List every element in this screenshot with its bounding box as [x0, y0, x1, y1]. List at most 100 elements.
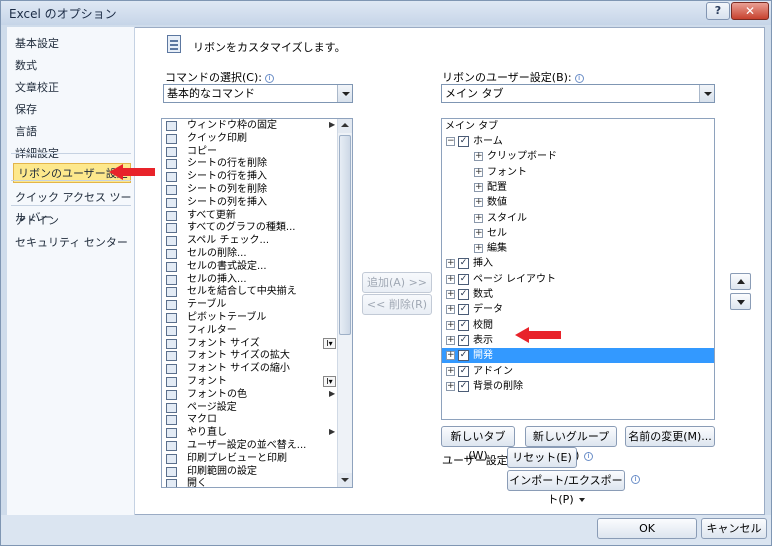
command-icon — [166, 121, 177, 131]
commands-scrollbar[interactable] — [337, 119, 352, 487]
ribbon-tab-item[interactable]: + ✓ 表示 — [442, 333, 714, 348]
tree-item-label: 挿入 — [473, 258, 493, 270]
checkbox[interactable]: ✓ — [458, 365, 469, 377]
collapse-icon[interactable]: − — [446, 137, 455, 146]
move-up-button[interactable] — [730, 273, 751, 290]
ribbon-tab-item[interactable]: − ✓ ホーム — [442, 134, 714, 149]
ribbon-tab-item[interactable]: + ✓ データ — [442, 302, 714, 317]
command-icon — [166, 197, 177, 208]
command-label: セルの挿入... — [187, 273, 247, 285]
ribbon-group-item[interactable]: + 数値 — [442, 195, 714, 210]
scroll-down-icon[interactable] — [338, 473, 352, 487]
nav-item[interactable]: アドイン — [15, 211, 59, 231]
nav-item[interactable]: 保存 — [15, 100, 37, 120]
command-icon — [166, 338, 177, 349]
chevron-down-icon[interactable] — [337, 85, 352, 102]
checkbox[interactable]: ✓ — [458, 258, 469, 270]
ribbon-dropdown[interactable]: メイン タブ — [441, 84, 715, 103]
help-button[interactable]: ? — [706, 2, 730, 20]
expand-icon[interactable]: + — [446, 381, 455, 391]
command-icon — [166, 223, 177, 234]
new-tab-button[interactable]: 新しいタブ(W) — [441, 426, 515, 462]
ribbon-group-item[interactable]: + 編集 — [442, 241, 714, 256]
nav-separator — [11, 153, 131, 154]
ribbon-group-item[interactable]: + フォント — [442, 165, 714, 180]
expand-icon[interactable]: + — [446, 366, 455, 376]
tree-item-label: ページ レイアウト — [473, 273, 556, 285]
checkbox[interactable]: ✓ — [458, 304, 469, 316]
title-bar: Excel のオプション ? ✕ — [1, 1, 771, 25]
scroll-up-icon[interactable] — [338, 119, 352, 133]
remove-button[interactable]: << 削除(R) — [362, 294, 432, 315]
reset-button[interactable]: リセット(E) — [507, 447, 577, 479]
command-icon — [166, 415, 177, 426]
expand-icon[interactable]: + — [474, 244, 483, 254]
chevron-down-icon[interactable] — [699, 85, 714, 102]
checkbox[interactable]: ✓ — [458, 334, 469, 346]
import-export-button[interactable]: インポート/エクスポート(P) — [507, 470, 625, 506]
nav-item[interactable]: 基本設定 — [15, 34, 59, 54]
checkbox[interactable]: ✓ — [458, 319, 469, 331]
ribbon-tree[interactable]: メイン タブ − ✓ ホーム + クリップボード + フォント + 配置 + 数値 + スタイル + セル +… — [441, 118, 715, 420]
command-label: シートの列を削除 — [187, 184, 267, 195]
checkbox[interactable]: ✓ — [458, 273, 469, 285]
move-down-button[interactable] — [730, 293, 751, 310]
expand-icon[interactable]: + — [474, 182, 483, 192]
ribbon-tab-item[interactable]: + ✓ 数式 — [442, 287, 714, 302]
expand-icon[interactable]: + — [474, 213, 483, 223]
expand-icon[interactable]: + — [474, 198, 483, 208]
nav-item[interactable]: セキュリティ センター — [15, 233, 128, 253]
ribbon-group-item[interactable]: + スタイル — [442, 211, 714, 226]
expand-icon[interactable]: + — [446, 351, 455, 361]
rename-button[interactable]: 名前の変更(M)... — [625, 426, 715, 447]
expand-icon[interactable]: + — [446, 335, 455, 345]
nav-item[interactable]: 数式 — [15, 56, 37, 76]
add-button[interactable]: 追加(A) >> — [362, 272, 432, 293]
ribbon-group-item[interactable]: + セル — [442, 226, 714, 241]
checkbox[interactable]: ✓ — [458, 289, 469, 300]
checkbox[interactable]: ✓ — [458, 350, 469, 362]
command-label: セルの削除... — [187, 248, 247, 259]
command-label: シートの列を挿入 — [187, 196, 267, 208]
checkbox[interactable]: ✓ — [458, 136, 469, 147]
ribbon-tab-item[interactable]: + ✓ 背景の削除 — [442, 379, 714, 394]
expand-icon[interactable]: + — [446, 274, 455, 284]
commands-list[interactable]: ウィンドウ枠の固定 ▶ クイック印刷 コピー シートの行を削除 シートの行を挿入 シートの列… — [161, 118, 353, 488]
ribbon-tab-item[interactable]: + ✓ 開発 — [442, 348, 714, 364]
expand-icon[interactable]: + — [446, 290, 455, 299]
ribbon-tab-item[interactable]: + ✓ ページ レイアウト — [442, 272, 714, 287]
checkbox[interactable]: ✓ — [458, 380, 469, 392]
close-button[interactable]: ✕ — [731, 2, 769, 20]
ok-button[interactable]: OK — [597, 518, 697, 539]
scroll-thumb[interactable] — [339, 135, 351, 335]
expand-icon[interactable]: + — [446, 320, 455, 330]
ribbon-group-item[interactable]: + クリップボード — [442, 149, 714, 164]
split-control-icon: I▾ — [323, 337, 336, 349]
tree-item-label: 編集 — [487, 243, 507, 255]
command-label: セルを結合して中央揃え — [187, 286, 297, 298]
nav-item[interactable]: 言語 — [15, 122, 37, 142]
customize-ribbon-icon — [167, 35, 181, 53]
expand-icon[interactable]: + — [474, 228, 483, 238]
expand-icon[interactable]: + — [446, 305, 455, 315]
commands-dropdown[interactable]: 基本的なコマンド — [163, 84, 353, 103]
tree-item-label: 開発 — [473, 350, 493, 362]
new-group-button[interactable]: 新しいグループ(N) — [525, 426, 617, 462]
command-icon — [166, 236, 177, 247]
ribbon-tab-item[interactable]: + ✓ アドイン — [442, 364, 714, 379]
command-label: 開く — [187, 478, 207, 488]
nav-item[interactable]: 詳細設定 — [15, 144, 59, 164]
expand-icon[interactable]: + — [474, 167, 483, 177]
expand-icon[interactable]: + — [474, 152, 483, 162]
command-icon — [166, 466, 177, 477]
command-label: スペル チェック... — [187, 235, 270, 247]
ribbon-group-item[interactable]: + 配置 — [442, 180, 714, 195]
ribbon-tab-item[interactable]: + ✓ 挿入 — [442, 256, 714, 271]
annotation-arrow-nav — [109, 164, 155, 180]
nav-item[interactable]: 文章校正 — [15, 78, 59, 98]
ribbon-tab-item[interactable]: + ✓ 校閲 — [442, 318, 714, 333]
expand-icon[interactable]: + — [446, 259, 455, 269]
nav-separator — [11, 205, 131, 206]
command-item[interactable]: 開く — [162, 478, 338, 488]
cancel-button[interactable]: キャンセル — [701, 518, 767, 539]
